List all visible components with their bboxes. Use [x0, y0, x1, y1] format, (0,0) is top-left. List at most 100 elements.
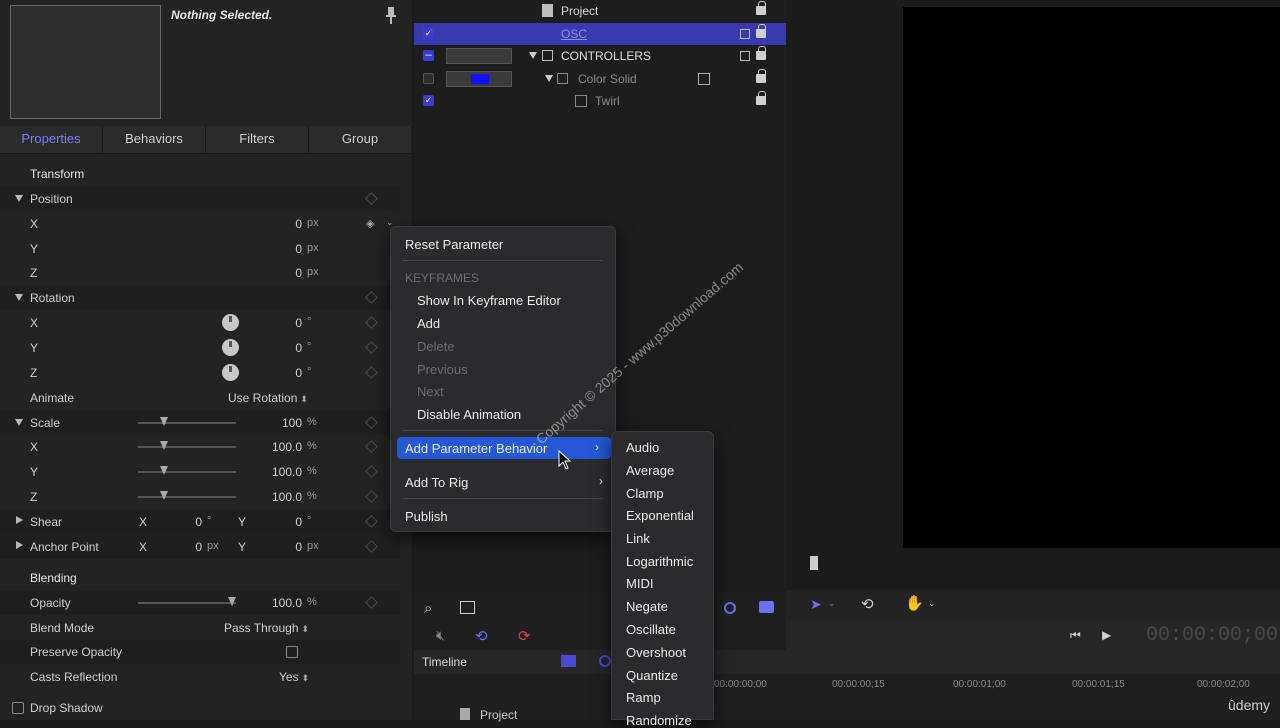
submenu-item-quantize[interactable]: Quantize [626, 668, 678, 683]
lock-icon[interactable] [756, 46, 766, 60]
skip-to-start-icon[interactable]: ⏮ [1070, 628, 1081, 643]
keyframe-icon[interactable] [365, 192, 378, 205]
preserve-opacity-checkbox[interactable] [286, 646, 298, 658]
scale-x-value[interactable]: 100.0 [242, 440, 302, 454]
loop-icon[interactable]: ⟲ [475, 627, 488, 645]
opacity-value[interactable]: 100.0 [242, 596, 302, 610]
select-tool-icon[interactable]: ➤ [810, 596, 822, 613]
layer-row-color-solid[interactable]: Color Solid [414, 68, 786, 90]
position-row[interactable]: Position [0, 187, 400, 211]
submenu-item-clamp[interactable]: Clamp [626, 486, 664, 501]
orbit-tool-icon[interactable]: ⟲ [861, 595, 874, 613]
menu-item-add-parameter-behavior[interactable]: Add Parameter Behavior › [397, 437, 611, 459]
lock-icon[interactable] [756, 69, 766, 83]
scale-x-slider[interactable] [138, 441, 236, 450]
record-toggle-icon[interactable] [724, 602, 736, 614]
menu-item-show-in-keyframe-editor[interactable]: Show In Keyframe Editor [391, 289, 615, 311]
position-z-value[interactable]: 0 [242, 266, 302, 280]
keyframe-icon[interactable] [365, 490, 378, 503]
keyframe-icon[interactable] [365, 341, 378, 354]
submenu-item-audio[interactable]: Audio [626, 440, 659, 455]
slider-thumb[interactable] [228, 597, 236, 606]
submenu-item-link[interactable]: Link [626, 531, 650, 546]
keyframe-icon[interactable] [365, 515, 378, 528]
lock-icon[interactable] [756, 91, 766, 105]
chevron-down-icon[interactable]: ⌄ [928, 598, 936, 609]
keyframe-icon[interactable] [365, 416, 378, 429]
submenu-item-exponential[interactable]: Exponential [626, 508, 694, 523]
submenu-item-midi[interactable]: MIDI [626, 576, 653, 591]
layer-visibility-checkbox[interactable]: ✓ [423, 28, 434, 39]
canvas[interactable] [903, 7, 1280, 548]
slider-thumb[interactable] [160, 491, 168, 500]
timing-pane-icon[interactable] [759, 601, 774, 613]
record-icon[interactable]: ⟳ [518, 627, 531, 645]
shear-row[interactable]: Shear X 0 ° Y 0 ° [0, 510, 400, 534]
layer-visibility-checkbox[interactable]: – [423, 50, 434, 61]
rotation-dial-icon[interactable] [222, 364, 239, 381]
scale-y-slider[interactable] [138, 466, 236, 475]
layout-icon[interactable] [460, 601, 475, 614]
slider-thumb[interactable] [160, 417, 168, 426]
submenu-item-negate[interactable]: Negate [626, 599, 668, 614]
playhead-icon[interactable] [810, 556, 818, 570]
keyframe-icon[interactable] [365, 596, 378, 609]
submenu-item-overshoot[interactable]: Overshoot [626, 645, 686, 660]
disclosure-open-icon[interactable] [15, 294, 23, 301]
hand-tool-icon[interactable]: ✋ [905, 594, 924, 612]
menu-item-add-to-rig[interactable]: Add To Rig › [391, 471, 615, 493]
scale-y-value[interactable]: 100.0 [242, 465, 302, 479]
scale-row[interactable]: Scale 100 % [0, 411, 400, 435]
shear-y-value[interactable]: 0 [242, 515, 302, 529]
rotation-dial-icon[interactable] [222, 339, 239, 356]
disclosure-open-icon[interactable] [545, 75, 553, 82]
mute-icon[interactable]: 🔇︎ [436, 627, 445, 644]
shear-x-value[interactable]: 0 [142, 515, 202, 529]
position-x-value[interactable]: 0 [242, 217, 302, 231]
rotation-dial-icon[interactable] [222, 314, 239, 331]
keyframe-icon[interactable] [365, 465, 378, 478]
slider-thumb[interactable] [160, 441, 168, 450]
disclosure-open-icon[interactable] [529, 52, 537, 59]
tab-filters[interactable]: Filters [206, 126, 309, 153]
submenu-item-logarithmic[interactable]: Logarithmic [626, 554, 693, 569]
keyframe-icon[interactable] [365, 540, 378, 553]
menu-item-add[interactable]: Add [391, 312, 615, 334]
menu-item-reset-parameter[interactable]: Reset Parameter [391, 233, 615, 255]
scale-slider[interactable] [138, 417, 236, 426]
layer-visibility-checkbox[interactable] [423, 73, 434, 84]
blend-mode-select[interactable]: Pass Through ⬍ [224, 621, 309, 635]
scale-z-value[interactable]: 100.0 [242, 490, 302, 504]
rotation-row[interactable]: Rotation [0, 286, 400, 310]
search-icon[interactable]: ⌕ [424, 600, 432, 617]
rotation-z-value[interactable]: 0 [242, 366, 302, 380]
anchor-y-value[interactable]: 0 [242, 540, 302, 554]
layer-row-project[interactable]: Project [414, 0, 786, 22]
add-keyframe-icon[interactable]: ◈ [366, 217, 374, 230]
play-icon[interactable]: ▶ [1102, 628, 1111, 642]
opacity-slider[interactable] [138, 597, 236, 606]
pin-icon[interactable] [384, 6, 398, 26]
tab-properties[interactable]: Properties [0, 126, 103, 153]
scale-z-slider[interactable] [138, 491, 236, 500]
submenu-item-ramp[interactable]: Ramp [626, 690, 661, 705]
rotation-x-value[interactable]: 0 [242, 316, 302, 330]
tab-behaviors[interactable]: Behaviors [103, 126, 206, 153]
chevron-down-icon[interactable]: ⌄ [828, 598, 836, 609]
animate-select[interactable]: Use Rotation ⬍ [228, 391, 308, 405]
layer-row-controllers[interactable]: – CONTROLLERS [414, 45, 786, 67]
submenu-item-oscillate[interactable]: Oscillate [626, 622, 676, 637]
disclosure-open-icon[interactable] [15, 195, 23, 202]
tab-group[interactable]: Group [309, 126, 412, 153]
rotation-y-value[interactable]: 0 [242, 341, 302, 355]
grid-icon[interactable] [561, 655, 576, 667]
disclosure-closed-icon[interactable] [16, 516, 23, 524]
casts-reflection-select[interactable]: Yes ⬍ [279, 670, 309, 684]
keyframe-icon[interactable] [365, 316, 378, 329]
layer-visibility-checkbox[interactable]: ✓ [423, 95, 434, 106]
keyframe-icon[interactable] [365, 366, 378, 379]
disclosure-open-icon[interactable] [15, 419, 23, 426]
submenu-item-randomize[interactable]: Randomize [626, 713, 692, 728]
lock-icon[interactable] [756, 1, 766, 15]
lock-icon[interactable] [756, 24, 766, 38]
